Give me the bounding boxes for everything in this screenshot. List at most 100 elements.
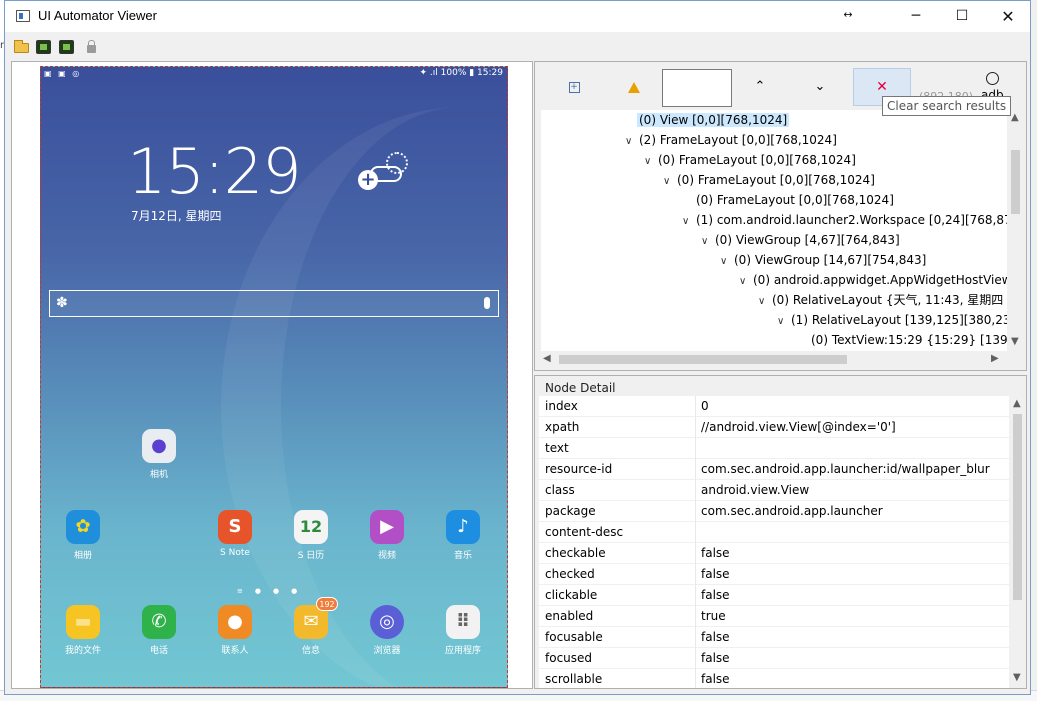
tooltip: Clear search results xyxy=(882,96,1012,116)
scroll-left-icon[interactable]: ◀ xyxy=(543,353,551,364)
device-screenshot-compressed-icon[interactable] xyxy=(58,39,76,55)
chevron-down-icon[interactable]: ∨ xyxy=(720,252,732,272)
resize-cursor-icon: ↔ xyxy=(843,8,853,21)
circle-icon[interactable] xyxy=(986,72,999,85)
app-s-note[interactable]: S S Note xyxy=(203,510,267,558)
scrollbar-thumb[interactable] xyxy=(1013,414,1022,600)
scroll-up-icon[interactable]: ▲ xyxy=(1011,112,1019,123)
app-drawer[interactable]: ⠿ 应用程序 xyxy=(431,605,495,656)
tree-vertical-scrollbar[interactable]: ▲ ▼ xyxy=(1007,110,1024,352)
table-row[interactable]: package com.sec.android.app.launcher xyxy=(539,501,1009,522)
tree-node[interactable]: ∨ (1) RelativeLayout [139,125][380,235] xyxy=(777,310,1007,330)
app-contacts[interactable]: ● 联系人 xyxy=(203,605,267,656)
detail-vertical-scrollbar[interactable]: ▲ ▼ xyxy=(1009,396,1026,688)
app-s-calendar[interactable]: 12 S 日历 xyxy=(279,510,343,561)
device-status-bar: ▣ ▣ ◎ ✦ .ıl 100% ▮ 15:29 xyxy=(41,67,507,81)
hierarchy-pane: + ⌃ ⌄ ✕ (892,180) adb Clear search resul… xyxy=(534,61,1027,371)
scroll-down-icon[interactable]: ▼ xyxy=(1013,672,1021,683)
table-row[interactable]: text xyxy=(539,438,1009,459)
tree-node[interactable]: ∨ (0) ViewGroup [4,67][764,843] xyxy=(701,230,902,250)
chevron-up-icon[interactable]: ⌃ xyxy=(741,68,779,106)
app-label: 相册 xyxy=(73,551,92,561)
app-label: 我的文件 xyxy=(64,646,101,656)
app-phone[interactable]: ✆ 电话 xyxy=(127,605,191,656)
chevron-down-icon[interactable]: ∨ xyxy=(682,212,694,232)
chevron-down-icon[interactable]: ∨ xyxy=(777,312,789,332)
s-note-icon: S xyxy=(218,510,252,544)
scroll-down-icon[interactable]: ▼ xyxy=(1011,336,1019,347)
table-row[interactable]: class android.view.View xyxy=(539,480,1009,501)
table-row[interactable]: scrollable false xyxy=(539,669,1009,688)
chevron-down-icon[interactable]: ⌄ xyxy=(801,68,839,106)
chevron-down-icon[interactable]: ∨ xyxy=(644,152,656,172)
expand-all-icon[interactable]: + xyxy=(555,68,593,106)
table-row[interactable]: xpath//android.view.View[@index='0'] xyxy=(539,417,1009,438)
scrollbar-thumb[interactable] xyxy=(559,355,847,364)
app-browser[interactable]: ◎ 浏览器 xyxy=(355,605,419,656)
weather-add-icon[interactable]: + xyxy=(356,152,416,192)
tree-node[interactable]: ∨ (2) FrameLayout [0,0][768,1024] xyxy=(625,130,839,150)
clock-widget-time[interactable]: 15:29 xyxy=(127,135,302,208)
apps-grid-icon: ⠿ xyxy=(446,605,480,639)
tree-node[interactable]: (0) View [0,0][768,1024] xyxy=(637,110,790,130)
table-row[interactable]: index 0 xyxy=(539,396,1009,417)
tree-horizontal-scrollbar[interactable]: ◀ ▶ xyxy=(541,351,1007,368)
chevron-down-icon[interactable]: ∨ xyxy=(625,132,637,152)
message-icon: ✉ 192 xyxy=(294,597,338,639)
warning-icon[interactable] xyxy=(615,68,653,106)
device-screen[interactable]: ▣ ▣ ◎ ✦ .ıl 100% ▮ 15:29 15:29 7月12日, 星期… xyxy=(40,66,508,688)
page-indicator[interactable]: ≡●●● xyxy=(237,587,309,595)
scroll-right-icon[interactable]: ▶ xyxy=(991,353,999,364)
app-my-files[interactable]: ▬ 我的文件 xyxy=(51,605,115,656)
node-detail-table[interactable]: index 0 xpath//android.view.View[@index='… xyxy=(539,396,1009,688)
device-screenshot-pane[interactable]: ▣ ▣ ◎ ✦ .ıl 100% ▮ 15:29 15:29 7月12日, 星期… xyxy=(11,61,533,689)
chevron-down-icon[interactable]: ∨ xyxy=(701,232,713,252)
search-input[interactable] xyxy=(662,69,732,107)
tree-node[interactable]: ∨ (0) FrameLayout [0,0][768,1024] xyxy=(663,170,877,190)
open-folder-icon[interactable] xyxy=(13,39,31,55)
tree-node[interactable]: (0) TextView:15:29 {15:29} [139,12 xyxy=(809,330,1007,350)
scroll-up-icon[interactable]: ▲ xyxy=(1013,398,1021,409)
chevron-down-icon[interactable]: ∨ xyxy=(739,272,751,292)
tree-node[interactable]: ∨ (0) FrameLayout [0,0][768,1024] xyxy=(644,150,858,170)
paw-icon: ✽ xyxy=(56,295,68,311)
gallery-icon: ✿ xyxy=(66,510,100,544)
table-row[interactable]: checkable false xyxy=(539,543,1009,564)
app-video[interactable]: ▶ 视频 xyxy=(355,510,419,561)
table-row[interactable]: content-desc xyxy=(539,522,1009,543)
chevron-down-icon[interactable]: ∨ xyxy=(758,292,770,312)
hierarchy-tree[interactable]: (0) View [0,0][768,1024] ∨ (2) FrameLayou… xyxy=(541,110,1007,352)
minimize-button[interactable]: ─ xyxy=(893,1,939,32)
chevron-down-icon[interactable]: ∨ xyxy=(663,172,675,192)
phone-icon: ✆ xyxy=(142,605,176,639)
node-detail-pane: Node Detail index 0 xpath//android.view.V… xyxy=(534,375,1027,689)
table-row[interactable]: focusable false xyxy=(539,627,1009,648)
title-bar[interactable]: UI Automator Viewer ↔ ─ ☐ ✕ xyxy=(5,1,1030,32)
search-widget-bar[interactable]: ✽ xyxy=(49,290,499,317)
node-detail-title: Node Detail xyxy=(545,381,616,395)
maximize-button[interactable]: ☐ xyxy=(939,1,985,32)
table-row[interactable]: resource-id com.sec.android.app.launcher:… xyxy=(539,459,1009,480)
app-messages[interactable]: ✉ 192 信息 xyxy=(279,597,343,656)
tree-node[interactable]: ∨ (0) android.appwidget.AppWidgetHostView xyxy=(739,270,1007,290)
app-icon xyxy=(16,10,30,22)
tree-node[interactable]: (0) FrameLayout [0,0][768,1024] xyxy=(694,190,896,210)
tree-node[interactable]: ∨ (0) RelativeLayout {天气, 11:43, 星期四 7月 xyxy=(758,290,1007,310)
tree-node[interactable]: ∨ (0) ViewGroup [14,67][754,843] xyxy=(720,250,928,270)
camera-icon: ● xyxy=(142,429,176,463)
app-gallery[interactable]: ✿ 相册 xyxy=(51,510,115,561)
scrollbar-thumb[interactable] xyxy=(1011,150,1020,214)
lock-icon[interactable] xyxy=(83,39,101,55)
table-row[interactable]: enabled true xyxy=(539,606,1009,627)
table-row[interactable]: checked false xyxy=(539,564,1009,585)
close-button[interactable]: ✕ xyxy=(985,1,1031,32)
table-row[interactable]: clickable false xyxy=(539,585,1009,606)
clock-widget-date[interactable]: 7月12日, 星期四 xyxy=(131,207,222,224)
app-camera[interactable]: ● 相机 xyxy=(127,429,191,480)
tree-node[interactable]: ∨ (1) com.android.launcher2.Workspace [0,… xyxy=(682,210,1007,230)
table-row[interactable]: focused false xyxy=(539,648,1009,669)
app-music[interactable]: ♪ 音乐 xyxy=(431,510,495,561)
device-screenshot-icon[interactable] xyxy=(35,39,53,55)
microphone-icon[interactable] xyxy=(484,297,490,309)
unread-badge: 192 xyxy=(316,597,338,611)
